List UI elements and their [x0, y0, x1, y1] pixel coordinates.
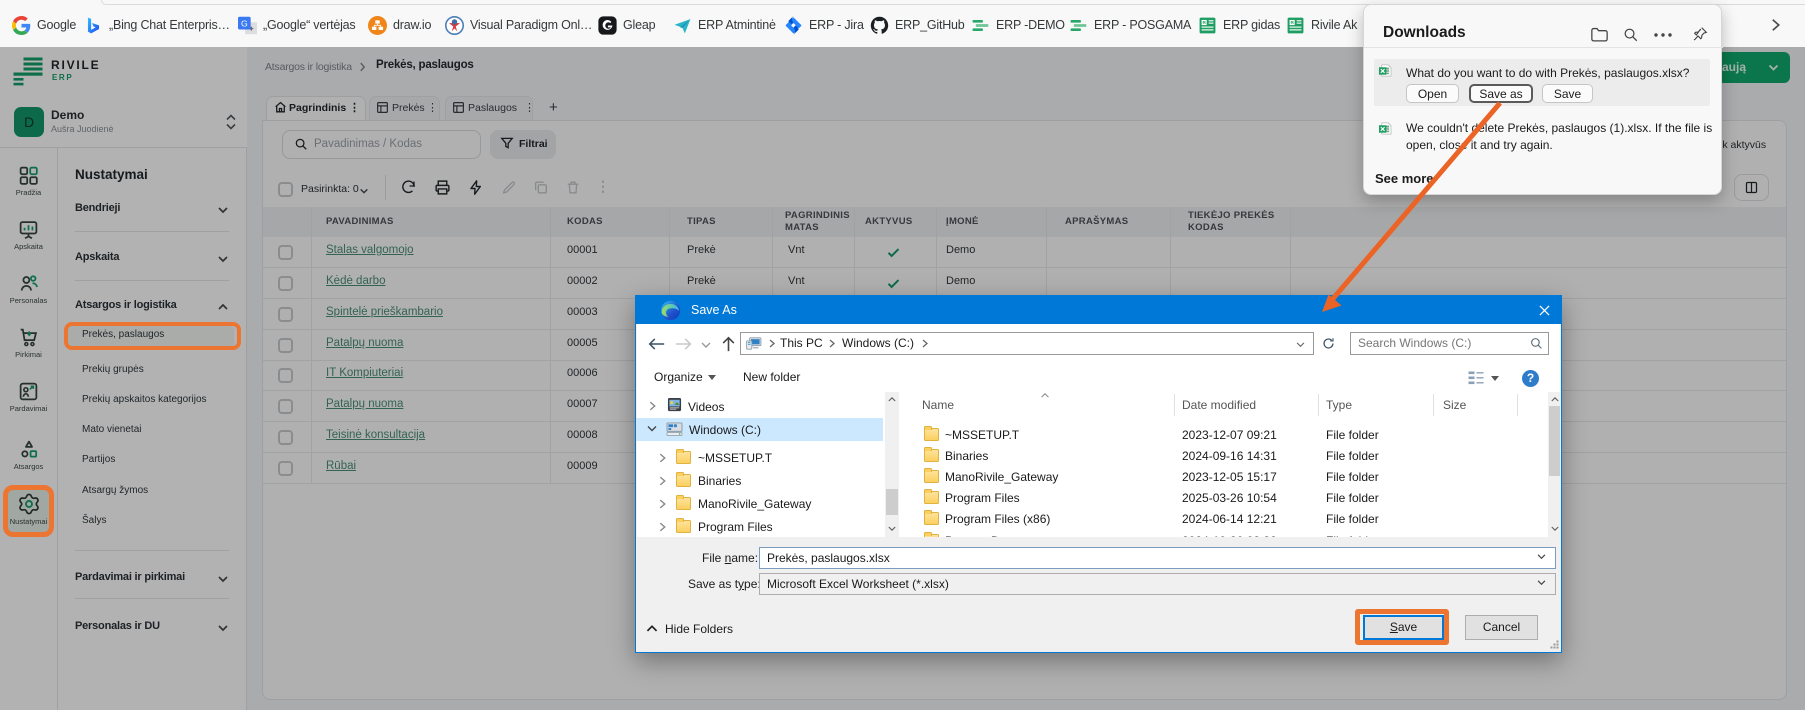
svg-text:G: G [241, 18, 248, 28]
